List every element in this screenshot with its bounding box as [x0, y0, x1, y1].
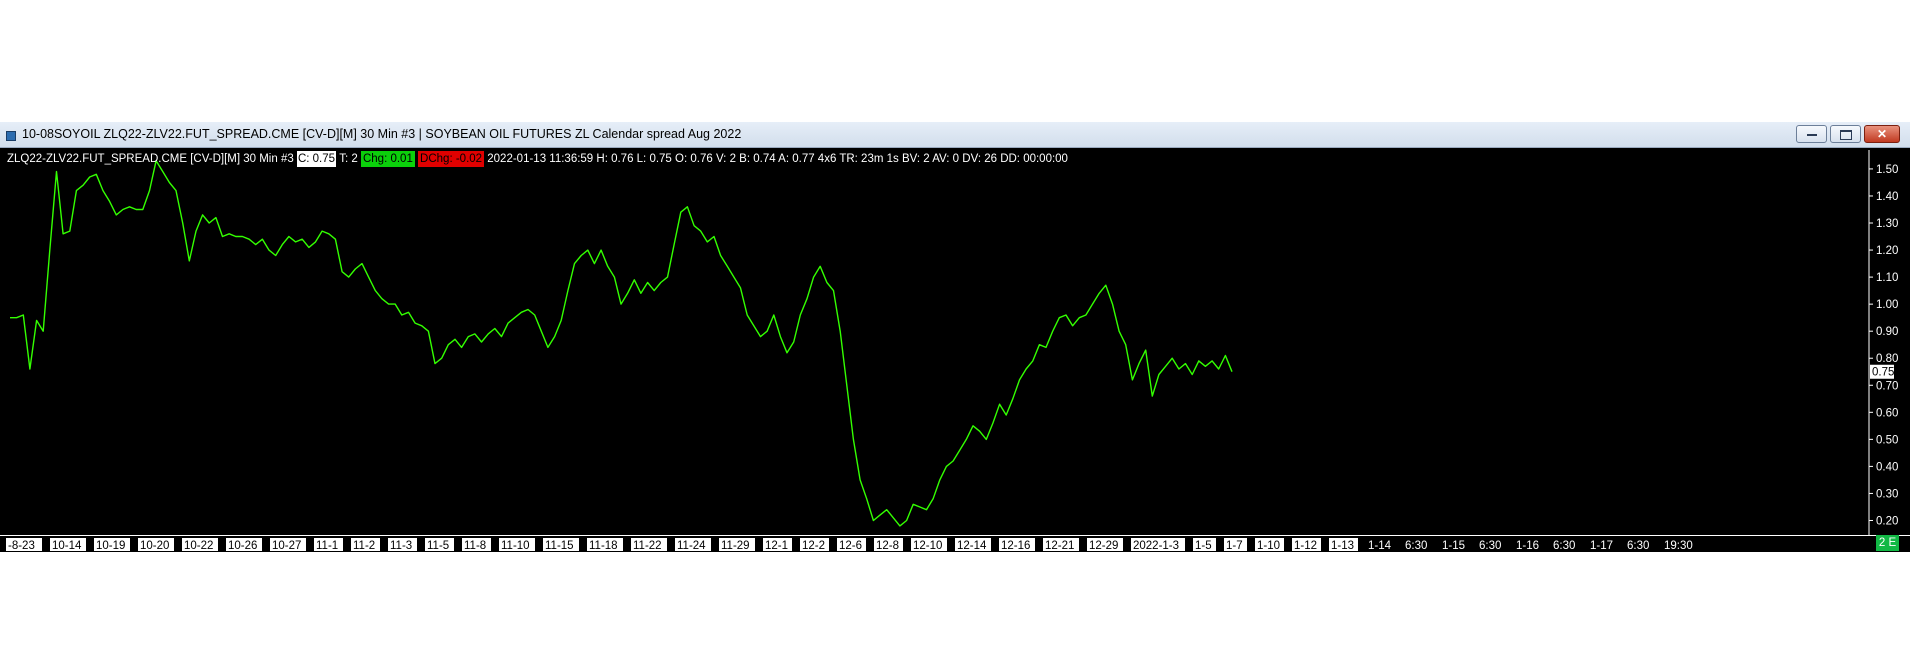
y-tick-label: 1.40 — [1876, 191, 1898, 203]
x-tick-label: 12-16 — [1001, 540, 1030, 552]
x-tick-label: 10-26 — [228, 540, 257, 552]
x-tick-label: 11-24 — [677, 540, 706, 552]
x-tick-label: 12-8 — [876, 540, 899, 552]
y-tick-label: 0.80 — [1876, 353, 1898, 365]
window-title: 10-08SOYOIL ZLQ22-ZLV22.FUT_SPREAD.CME [… — [22, 127, 742, 141]
last-value-label: 0.75 — [1872, 367, 1894, 379]
x-tick-label: 12-21 — [1045, 540, 1074, 552]
x-tick-label: 12-1 — [765, 540, 788, 552]
symbol-label: ZLQ22-ZLV22.FUT_SPREAD.CME [CV-D][M] 30 … — [7, 153, 294, 165]
chart-canvas[interactable]: 0.20 0.30 0.40 0.50 0.60 0.70 0.80 0.90 1.00 1.10… — [0, 122, 1910, 552]
x-tick-label: 11-15 — [545, 540, 574, 552]
y-tick-label: 0.30 — [1876, 488, 1898, 500]
maximize-icon — [1839, 129, 1852, 140]
y-tick-label: 1.20 — [1876, 245, 1898, 257]
close-icon: ✕ — [1876, 127, 1888, 141]
daily-change-value: DChg: -0.02 — [418, 151, 485, 167]
x-tick-label: 10-19 — [96, 540, 125, 552]
x-tick-label: 6:30 — [1553, 540, 1575, 552]
x-tick-label: 11-1 — [316, 540, 338, 552]
last-value-marker: 0.75 — [1870, 364, 1894, 379]
x-tick-label: 12-29 — [1089, 540, 1118, 552]
y-tick-label: 1.10 — [1876, 272, 1898, 284]
y-tick-label: 0.70 — [1876, 380, 1898, 392]
x-tick-label: 19:30 — [1664, 540, 1693, 552]
minimize-button[interactable] — [1796, 125, 1827, 143]
y-tick-label: 1.50 — [1876, 164, 1898, 176]
x-tick-label: 11-22 — [633, 540, 662, 552]
x-tick-label: 12-2 — [802, 540, 825, 552]
x-tick-label: 1-10 — [1257, 540, 1280, 552]
x-tick-label: 11-10 — [501, 540, 530, 552]
close-button[interactable]: ✕ — [1864, 125, 1900, 143]
y-tick-label: 0.20 — [1876, 515, 1898, 527]
x-tick-label: 6:30 — [1627, 540, 1649, 552]
x-tick-label: 12-6 — [839, 540, 862, 552]
x-tick-label: 11-5 — [427, 540, 449, 552]
quote-details: 2022-01-13 11:36:59 H: 0.76 L: 0.75 O: 0… — [487, 153, 1068, 165]
x-tick-label: 10-14 — [52, 540, 82, 552]
title-bar[interactable]: 10-08SOYOIL ZLQ22-ZLV22.FUT_SPREAD.CME [… — [0, 122, 1910, 148]
x-tick-label: -8-23 — [8, 540, 35, 552]
y-tick-label: 0.50 — [1876, 434, 1898, 446]
x-tick-label: 10-22 — [184, 540, 213, 552]
change-value: Chg: 0.01 — [360, 151, 415, 167]
minimize-icon — [1806, 133, 1817, 136]
x-tick-label: 1-16 — [1516, 540, 1539, 552]
x-tick-label: 10-20 — [140, 540, 169, 552]
x-tick-label: 12-14 — [957, 540, 987, 552]
quote-info-bar: ZLQ22-ZLV22.FUT_SPREAD.CME [CV-D][M] 30 … — [7, 151, 1068, 167]
x-tick-label: 1-5 — [1195, 540, 1212, 552]
y-tick-label: 1.00 — [1876, 299, 1898, 311]
x-tick-label: 1-17 — [1590, 540, 1613, 552]
chart-window: 0.20 0.30 0.40 0.50 0.60 0.70 0.80 0.90 1.00 1.10… — [0, 122, 1910, 552]
maximize-button[interactable] — [1830, 125, 1861, 143]
x-tick-label: 6:30 — [1405, 540, 1427, 552]
x-tick-label: 1-13 — [1331, 540, 1354, 552]
x-tick-label: 2022-1-3 — [1133, 540, 1179, 552]
x-tick-label: 12-10 — [913, 540, 942, 552]
x-tick-label: 11-18 — [589, 540, 618, 552]
y-tick-label: 1.30 — [1876, 218, 1898, 230]
x-tick-label: 11-8 — [464, 540, 486, 552]
y-tick-label: 0.90 — [1876, 326, 1898, 338]
x-tick-label: 1-14 — [1368, 540, 1392, 552]
x-tick-label: 1-7 — [1226, 540, 1243, 552]
y-tick-label: 0.60 — [1876, 407, 1898, 419]
x-tick-label: 11-29 — [721, 540, 750, 552]
x-tick-label: 11-3 — [390, 540, 412, 552]
y-tick-label: 0.40 — [1876, 461, 1898, 473]
x-tick-label: 6:30 — [1479, 540, 1501, 552]
ticks-value: T: 2 — [339, 153, 358, 165]
x-tick-label: 11-2 — [353, 540, 375, 552]
x-tick-label: 1-12 — [1294, 540, 1317, 552]
app-icon — [6, 131, 16, 141]
x-tick-label: 10-27 — [272, 540, 301, 552]
close-value: C: 0.75 — [296, 151, 337, 167]
x-tick-label: 1-15 — [1442, 540, 1465, 552]
status-badge: 2 E — [1876, 535, 1899, 551]
